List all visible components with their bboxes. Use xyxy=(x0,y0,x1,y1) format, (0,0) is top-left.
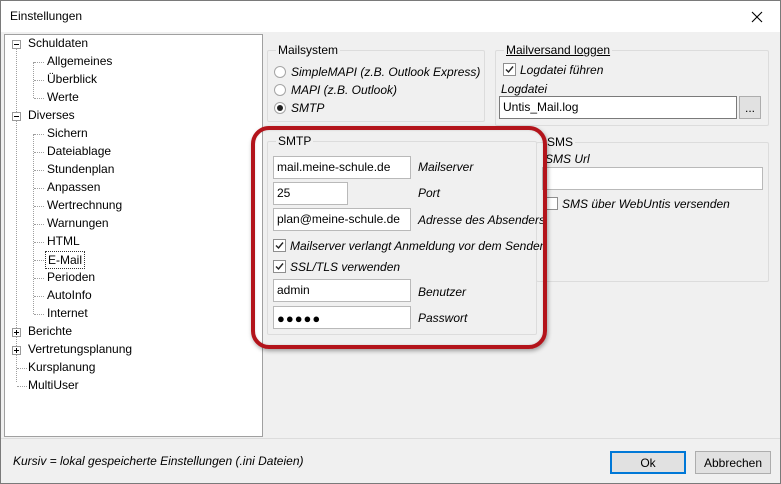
radio-mapi-label[interactable]: MAPI (z.B. Outlook) xyxy=(291,83,397,97)
tree-item-sichern[interactable]: Sichern xyxy=(45,125,90,143)
check-icon xyxy=(505,66,514,74)
tree-item-schuldaten[interactable]: Schuldaten xyxy=(26,35,90,53)
radio-mapi[interactable] xyxy=(274,84,286,96)
sms-webuntis-label[interactable]: SMS über WebUntis versenden xyxy=(562,197,730,211)
radio-simplemapi[interactable] xyxy=(274,66,286,78)
tree-item-vertretungsplanung[interactable]: Vertretungsplanung xyxy=(26,341,134,359)
logging-title: Mailversand loggen xyxy=(504,43,613,57)
logfile-checkbox-label[interactable]: Logdatei führen xyxy=(520,63,603,77)
close-button[interactable] xyxy=(734,1,780,32)
mailsystem-title: Mailsystem xyxy=(276,43,341,57)
title-bar: Einstellungen xyxy=(1,1,780,32)
radio-smtp[interactable] xyxy=(274,102,286,114)
footer-note: Kursiv = lokal gespeicherte Einstellunge… xyxy=(13,454,304,468)
tree-item-allgemeines[interactable]: Allgemeines xyxy=(45,53,114,71)
tree-item-diverses[interactable]: Diverses xyxy=(26,107,77,125)
close-icon xyxy=(751,11,763,22)
settings-dialog: Einstellungen Schuldaten Allgemeines Übe… xyxy=(0,0,781,484)
tree-item-warnungen[interactable]: Warnungen xyxy=(45,215,111,233)
tree-item-internet[interactable]: Internet xyxy=(45,305,90,323)
logfile-checkbox[interactable] xyxy=(503,63,516,76)
logfile-label: Logdatei xyxy=(501,82,548,96)
collapse-icon[interactable] xyxy=(12,112,21,121)
tree-item-perioden[interactable]: Perioden xyxy=(45,269,97,287)
footer-divider xyxy=(1,438,780,439)
browse-button[interactable]: ... xyxy=(739,96,761,119)
tree-item-anpassen[interactable]: Anpassen xyxy=(45,179,102,197)
expand-icon[interactable] xyxy=(12,346,21,355)
collapse-icon[interactable] xyxy=(12,40,21,49)
tree-item-werte[interactable]: Werte xyxy=(45,89,81,107)
tree-item-kursplanung[interactable]: Kursplanung xyxy=(26,359,97,377)
expand-icon[interactable] xyxy=(12,328,21,337)
tree-item-stundenplan[interactable]: Stundenplan xyxy=(45,161,116,179)
tree-item-wertrechnung[interactable]: Wertrechnung xyxy=(45,197,124,215)
window-title: Einstellungen xyxy=(10,9,83,23)
cancel-button[interactable]: Abbrechen xyxy=(695,451,771,474)
tree-item-email[interactable]: E-Mail xyxy=(45,251,86,269)
sms-url-label: SMS Url xyxy=(545,152,590,166)
tree-item-berichte[interactable]: Berichte xyxy=(26,323,74,341)
sms-title: SMS xyxy=(545,135,576,149)
tree-item-dateiablage[interactable]: Dateiablage xyxy=(45,143,113,161)
radio-simplemapi-label[interactable]: SimpleMAPI (z.B. Outlook Express) xyxy=(291,65,480,79)
radio-smtp-label[interactable]: SMTP xyxy=(291,101,324,115)
settings-tree[interactable]: Schuldaten Allgemeines Überblick Werte D… xyxy=(4,34,263,437)
sms-url-input[interactable] xyxy=(542,167,763,190)
logfile-input[interactable]: Untis_Mail.log xyxy=(499,96,737,119)
tree-item-multiuser[interactable]: MultiUser xyxy=(26,377,81,395)
ok-button[interactable]: Ok xyxy=(610,451,686,474)
tree-item-ueberblick[interactable]: Überblick xyxy=(45,71,99,89)
tree-item-autoinfo[interactable]: AutoInfo xyxy=(45,287,94,305)
tree-item-html[interactable]: HTML xyxy=(45,233,82,251)
smtp-highlight-frame xyxy=(251,126,547,349)
